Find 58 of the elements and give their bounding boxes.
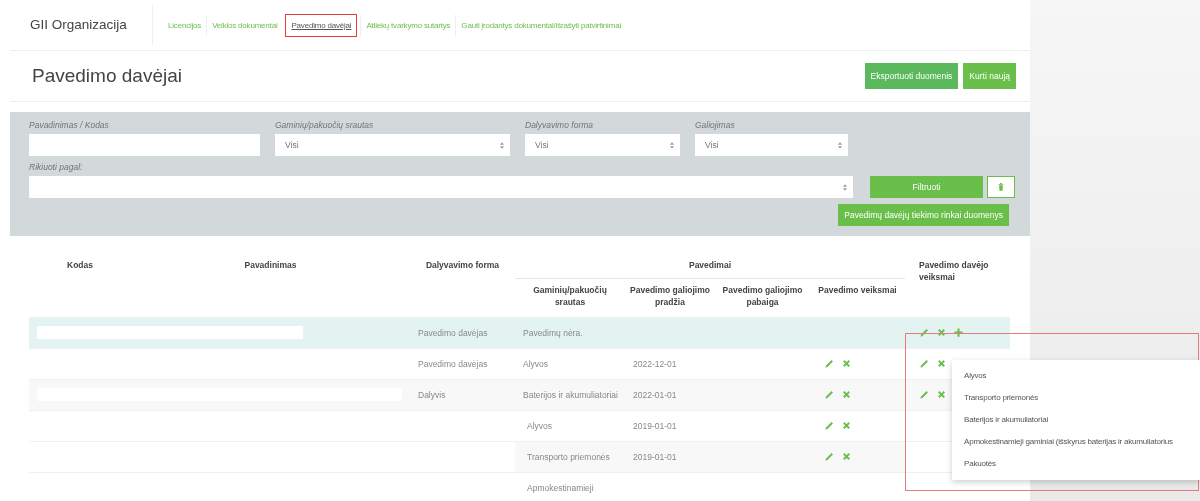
caret-icon: [670, 141, 674, 149]
field-label: Dalyvavimo forma: [525, 120, 595, 130]
search-field[interactable]: [29, 134, 260, 156]
select-field[interactable]: Visi: [275, 134, 510, 156]
column-header: Kodas: [29, 254, 131, 318]
field-label: Galiojimas: [695, 120, 736, 130]
menu-item[interactable]: Pakuotės: [952, 453, 1200, 475]
close-icon[interactable]: [936, 358, 947, 370]
close-icon[interactable]: [936, 389, 947, 401]
pencil-icon[interactable]: [824, 389, 835, 401]
caret-icon: [843, 183, 847, 191]
page-title: Pavedimo davėjai: [32, 65, 182, 87]
pencil-icon[interactable]: [919, 327, 930, 339]
trash-icon[interactable]: [996, 182, 1006, 192]
menu-item[interactable]: Baterijos ir akumuliatoriai: [952, 409, 1200, 431]
pencil-icon[interactable]: [919, 389, 930, 401]
column-header: Dalyvavimo forma: [410, 254, 515, 318]
table-cell: 2019-01-01: [625, 410, 715, 442]
close-icon[interactable]: [936, 327, 947, 339]
column-header: Pavedimo galiojimo pradžia: [625, 278, 715, 318]
table-cell: Pavedimo davėjas: [410, 317, 515, 349]
pencil-icon[interactable]: [824, 451, 835, 463]
menu-item[interactable]: Apmokestinamieji gaminiai (išskyrus baterijas ir akumuliatorius: [952, 431, 1200, 453]
close-icon[interactable]: [841, 420, 852, 432]
pencil-icon[interactable]: [824, 358, 835, 370]
table-cell: 2022-12-01: [625, 348, 715, 380]
table-cell: Dalyvis: [410, 379, 515, 411]
table-cell: Transporto priemonės: [515, 441, 625, 473]
close-icon[interactable]: [841, 358, 852, 370]
nav-link[interactable]: Pavedimo davėjai: [285, 13, 358, 37]
field-label: Rikiuoti pagal:: [29, 162, 84, 172]
column-header: Pavedimo veiksmai: [810, 278, 905, 318]
column-header: Pavedimo galiojimo pabaiga: [715, 278, 810, 318]
plus-icon[interactable]: [953, 327, 964, 339]
table-cell: Alyvos: [515, 348, 625, 380]
table-cell: 2019-01-01: [625, 441, 715, 473]
caret-icon: [500, 141, 504, 149]
column-header: Pavedimai: [515, 254, 905, 279]
table-cell: 2022-01-01: [625, 379, 715, 411]
select-field[interactable]: Visi: [525, 134, 680, 156]
menu-item[interactable]: Alyvos: [952, 365, 1200, 387]
close-icon[interactable]: [841, 389, 852, 401]
close-icon[interactable]: [841, 451, 852, 463]
column-header: Pavedimo davėjo veiksmai: [905, 254, 1010, 318]
caret-icon: [838, 141, 842, 149]
table-cell: Alyvos: [515, 410, 625, 442]
table-cell: Baterijos ir akumuliatoriai: [515, 379, 625, 411]
menu-item[interactable]: Transporto priemonės: [952, 387, 1200, 409]
column-header: Gaminių/pakuočių srautas: [515, 278, 625, 318]
field-label: Pavadinimas / Kodas: [29, 120, 110, 130]
table-cell: Pavedimų nėra.: [515, 317, 905, 349]
table-cell: Pavedimo davėjas: [410, 348, 515, 380]
select-field[interactable]: Visi: [695, 134, 848, 156]
column-header: Pavadinimas: [131, 254, 410, 318]
pencil-icon[interactable]: [919, 358, 930, 370]
brand-name: GII Organizacija: [10, 5, 153, 45]
pencil-icon[interactable]: [824, 420, 835, 432]
field-label: Gaminių/pakuočių srautas: [275, 120, 375, 130]
